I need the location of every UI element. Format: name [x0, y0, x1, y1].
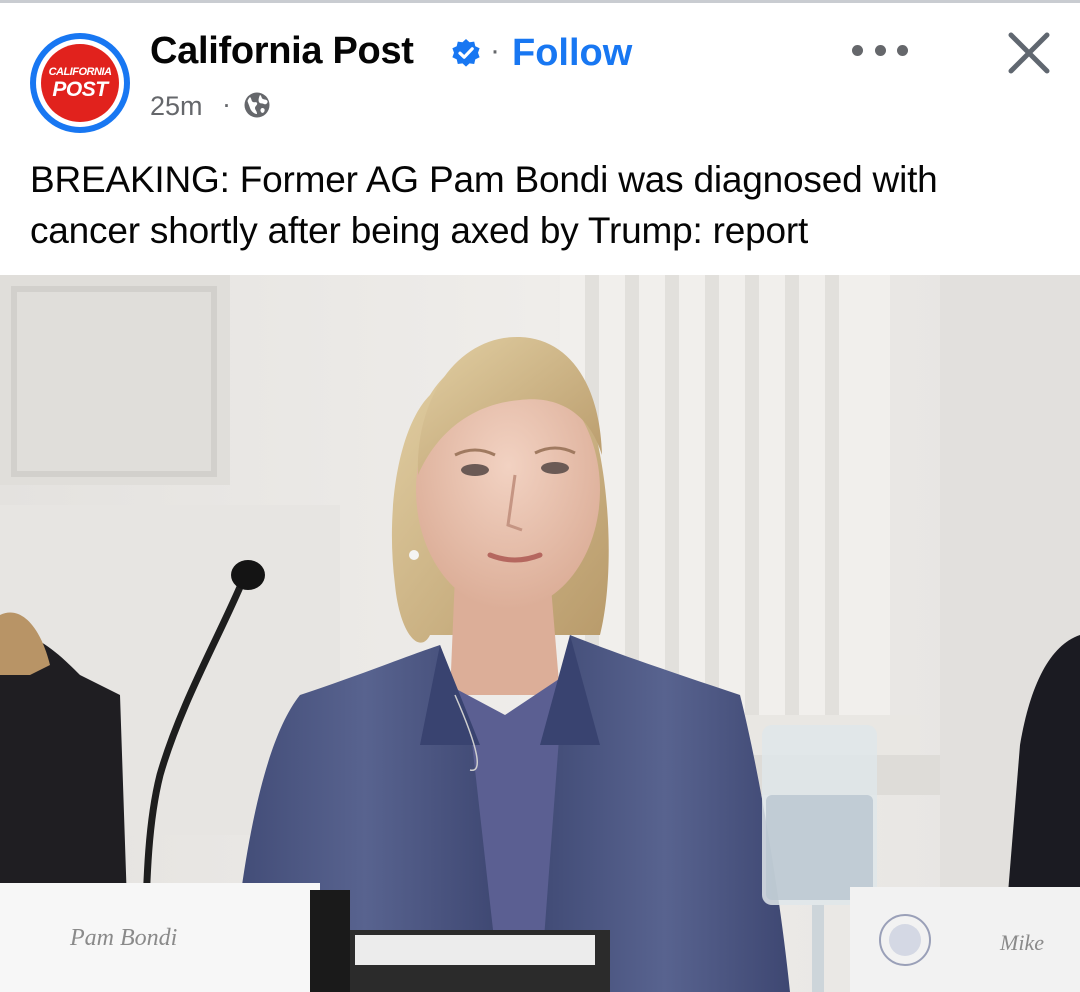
- top-divider: [0, 0, 1080, 3]
- separator-dot: ·: [490, 34, 500, 67]
- page-name-link[interactable]: California Post: [150, 30, 414, 73]
- california-post-logo: CALIFORNIA POST: [41, 44, 119, 122]
- close-icon[interactable]: [1006, 30, 1052, 76]
- post-photo[interactable]: Pam Bondi Mike: [0, 275, 1080, 992]
- placard-name-left: Pam Bondi: [70, 925, 178, 951]
- more-options-icon[interactable]: [852, 38, 908, 62]
- post-timestamp[interactable]: 25m: [150, 91, 203, 122]
- separator-dot: ·: [222, 89, 231, 119]
- page-avatar[interactable]: CALIFORNIA POST: [30, 33, 130, 133]
- placard-name-right: Mike: [1000, 930, 1044, 955]
- follow-button[interactable]: Follow: [512, 32, 632, 75]
- verified-badge-icon: [452, 39, 480, 67]
- photo-illustration: [0, 275, 1080, 992]
- globe-icon: [244, 92, 270, 118]
- post-headline: BREAKING: Former AG Pam Bondi was diagno…: [30, 159, 938, 251]
